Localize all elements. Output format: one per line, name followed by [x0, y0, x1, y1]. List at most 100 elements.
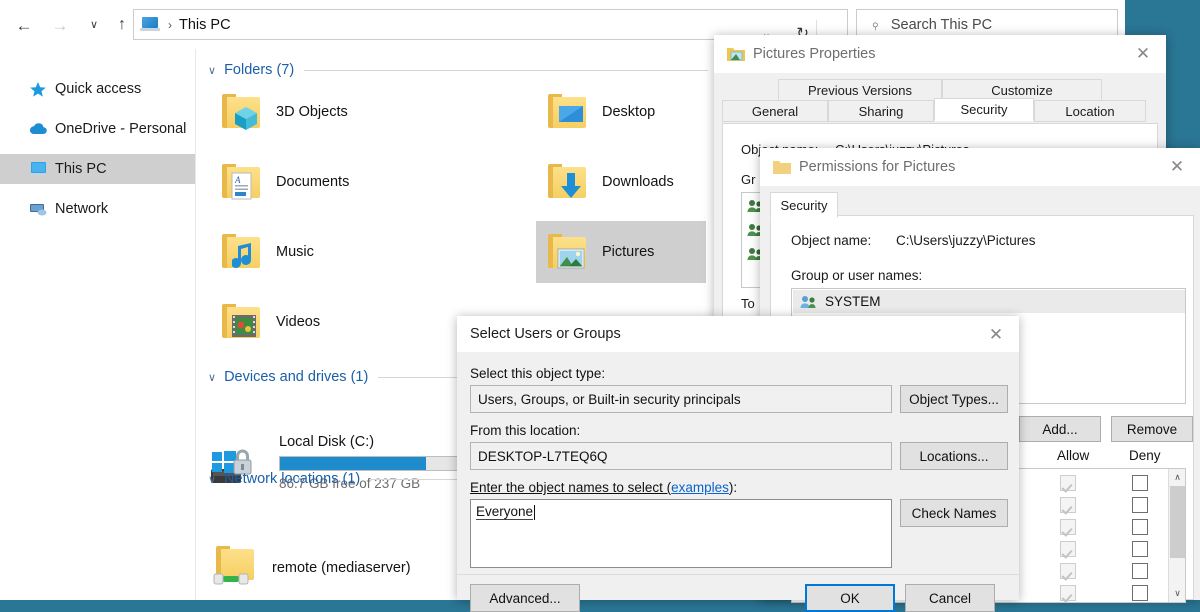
select-users-titlebar[interactable]: Select Users or Groups ✕	[457, 316, 1019, 352]
object-name-value: C:\Users\juzzy\Pictures	[896, 233, 1036, 248]
properties-title: Pictures Properties	[753, 46, 876, 62]
tab-security[interactable]: Security	[770, 192, 838, 218]
text-caret	[534, 505, 535, 520]
deny-checkbox[interactable]	[1132, 541, 1148, 557]
remove-button[interactable]: Remove	[1111, 416, 1193, 442]
close-icon[interactable]: ✕	[1120, 35, 1166, 73]
navigation-pane: Quick access OneDrive - Personal This PC…	[0, 49, 195, 600]
locations-button-label: Locations...	[919, 449, 988, 464]
folder-documents-icon: A	[214, 158, 266, 206]
folder-music-icon	[214, 228, 266, 276]
object-type-field[interactable]: Users, Groups, or Built-in security prin…	[470, 385, 892, 413]
pictures-folder-icon	[727, 46, 745, 62]
folder-label: Downloads	[602, 174, 674, 190]
cancel-button[interactable]: Cancel	[905, 584, 995, 612]
group-header-network-locations[interactable]: ∨ Network locations (1)	[208, 469, 498, 489]
scroll-up-icon[interactable]: ∧	[1169, 469, 1186, 486]
folder-tile-3d-objects[interactable]: 3D Objects	[210, 81, 380, 143]
locations-button[interactable]: Locations...	[900, 442, 1008, 470]
tab-label: Customize	[991, 83, 1052, 98]
sidebar-item-onedrive[interactable]: OneDrive - Personal	[0, 114, 195, 144]
permissions-scrollbar[interactable]: ∧ ∨	[1168, 469, 1185, 602]
forward-button[interactable]: →	[44, 9, 76, 41]
arrow-up-icon: ↑	[118, 17, 126, 33]
tab-label: Security	[781, 198, 828, 213]
sidebar-item-quick-access[interactable]: Quick access	[0, 74, 195, 104]
deny-checkbox[interactable]	[1132, 519, 1148, 535]
folder-3dobjects-icon	[214, 88, 266, 136]
folder-tile-documents[interactable]: A Documents	[210, 151, 380, 213]
deny-checkbox[interactable]	[1132, 563, 1148, 579]
breadcrumb-separator: ›	[168, 18, 172, 32]
folder-tile-pictures[interactable]: Pictures	[536, 221, 706, 283]
object-names-label-suffix: ):	[729, 480, 737, 495]
close-icon[interactable]: ✕	[973, 316, 1019, 354]
select-users-or-groups-dialog: Select Users or Groups ✕ Select this obj…	[457, 316, 1019, 600]
folder-tile-music[interactable]: Music	[210, 221, 380, 283]
deny-checkbox[interactable]	[1132, 585, 1148, 601]
sidebar-item-network[interactable]: Network	[0, 194, 195, 224]
check-names-button[interactable]: Check Names	[900, 499, 1008, 527]
folder-icon	[773, 159, 791, 175]
chevron-down-icon[interactable]: ∨	[208, 371, 216, 384]
back-button[interactable]: ←	[8, 9, 40, 41]
tab-general[interactable]: General	[722, 100, 828, 122]
folder-label: Pictures	[602, 244, 654, 260]
tab-label: Previous Versions	[808, 83, 912, 98]
add-button[interactable]: Add...	[1019, 416, 1101, 442]
tab-location[interactable]: Location	[1034, 100, 1146, 122]
object-types-button[interactable]: Object Types...	[900, 385, 1008, 413]
chevron-down-icon[interactable]: ∨	[208, 473, 216, 486]
ok-button[interactable]: OK	[805, 584, 895, 612]
deny-checkbox[interactable]	[1132, 497, 1148, 513]
folder-tile-videos[interactable]: Videos	[210, 291, 380, 353]
list-item[interactable]: SYSTEM	[793, 290, 1185, 313]
allow-checkbox[interactable]	[1060, 497, 1076, 513]
permissions-title: Permissions for Pictures	[799, 159, 955, 175]
folder-tile-desktop[interactable]: Desktop	[536, 81, 706, 143]
deny-checkbox[interactable]	[1132, 475, 1148, 491]
allow-checkbox[interactable]	[1060, 585, 1076, 601]
arrow-left-icon: ←	[16, 17, 33, 34]
folder-label: Videos	[276, 314, 320, 330]
remove-button-label: Remove	[1127, 422, 1177, 437]
object-types-button-label: Object Types...	[909, 392, 999, 407]
allow-checkbox[interactable]	[1060, 475, 1076, 491]
properties-titlebar[interactable]: Pictures Properties ✕	[714, 35, 1166, 73]
from-location-value: DESKTOP-L7TEQ6Q	[478, 449, 608, 464]
dialog-divider	[457, 574, 1019, 575]
allow-column-header: Allow	[1057, 448, 1089, 463]
drive-label: Local Disk (C:)	[279, 434, 374, 450]
tab-security[interactable]: Security	[934, 98, 1034, 121]
advanced-button[interactable]: Advanced...	[470, 584, 580, 612]
close-icon[interactable]: ✕	[1154, 148, 1200, 186]
group-header-folders[interactable]: ∨ Folders (7)	[208, 60, 708, 80]
folder-tile-downloads[interactable]: Downloads	[536, 151, 706, 213]
breadcrumb-this-pc[interactable]: This PC	[179, 17, 231, 33]
examples-link[interactable]: examples	[671, 480, 729, 495]
chevron-down-icon[interactable]: ∨	[208, 64, 216, 77]
network-icon	[28, 200, 48, 218]
folder-label: Music	[276, 244, 314, 260]
object-names-input[interactable]: Everyone	[470, 499, 892, 568]
group-header-devices[interactable]: ∨ Devices and drives (1)	[208, 367, 498, 387]
folder-label: Documents	[276, 174, 349, 190]
sidebar-item-this-pc[interactable]: This PC	[0, 154, 195, 184]
object-type-value: Users, Groups, or Built-in security prin…	[478, 392, 741, 407]
group-rule	[304, 70, 708, 71]
permissions-titlebar[interactable]: Permissions for Pictures ✕	[760, 148, 1200, 186]
scroll-down-icon[interactable]: ∨	[1169, 585, 1186, 602]
folder-pictures-icon	[540, 228, 592, 276]
group-users-icon	[799, 294, 818, 310]
object-names-label-prefix: Enter the object names to select (	[470, 480, 671, 495]
from-location-field[interactable]: DESKTOP-L7TEQ6Q	[470, 442, 892, 470]
object-names-label: Enter the object names to select (exampl…	[470, 480, 737, 495]
scrollbar-thumb[interactable]	[1170, 486, 1185, 558]
tab-previous-versions[interactable]: Previous Versions	[778, 79, 942, 101]
tab-sharing[interactable]: Sharing	[828, 100, 934, 122]
allow-checkbox[interactable]	[1060, 519, 1076, 535]
sidebar-item-label: This PC	[55, 161, 107, 177]
allow-checkbox[interactable]	[1060, 563, 1076, 579]
allow-checkbox[interactable]	[1060, 541, 1076, 557]
select-users-title: Select Users or Groups	[470, 326, 621, 342]
